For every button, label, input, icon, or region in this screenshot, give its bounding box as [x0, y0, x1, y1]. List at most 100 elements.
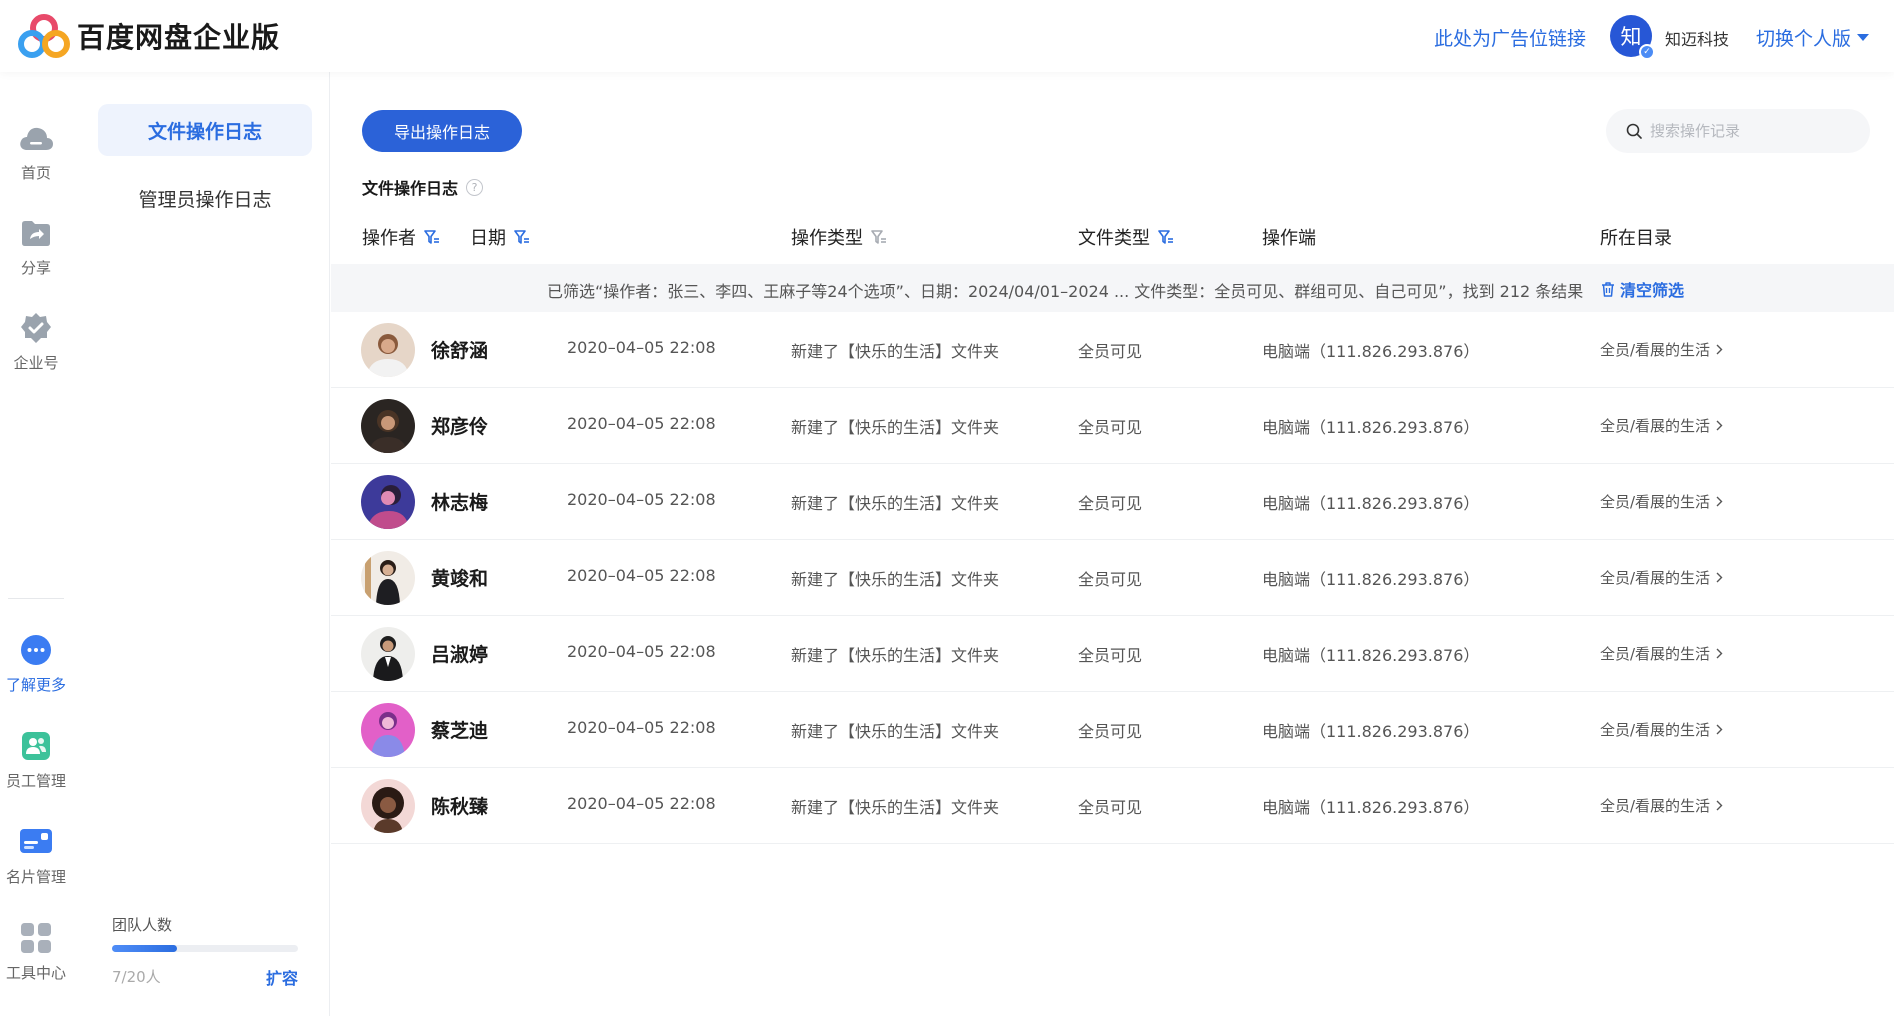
column-header-directory: 所在目录: [1600, 224, 1672, 250]
file-visibility: 全员可见: [1078, 722, 1143, 741]
client-info: 电脑端（111.826.293.876）: [1262, 342, 1480, 361]
directory-link[interactable]: 全员/看展的生活: [1600, 719, 1723, 740]
tools-grid-icon: [18, 920, 54, 956]
directory-link[interactable]: 全员/看展的生活: [1600, 643, 1723, 664]
search-icon: [1626, 123, 1642, 139]
subnav-item-file-log[interactable]: 文件操作日志: [98, 104, 312, 156]
trash-icon: [1602, 281, 1614, 297]
chevron-right-icon: [1716, 420, 1723, 431]
avatar[interactable]: [361, 703, 415, 757]
client-info: 电脑端（111.826.293.876）: [1262, 418, 1480, 437]
log-date: 2020–04–05 22:08: [567, 718, 716, 737]
column-header-op-type: 操作类型: [791, 224, 887, 250]
client-info: 电脑端（111.826.293.876）: [1262, 722, 1480, 741]
rail-item-tools[interactable]: 工具中心: [0, 920, 72, 983]
directory-link[interactable]: 全员/看展的生活: [1600, 491, 1723, 512]
search-input[interactable]: [1650, 122, 1850, 140]
rail-label: 分享: [20, 259, 51, 277]
column-header-label: 文件类型: [1078, 228, 1150, 249]
filter-summary-text: 已筛选“操作者：张三、李四、王麻子等24个选项”、日期：2024/04/01–2…: [547, 282, 1584, 301]
operation-desc: 新建了【快乐的生活】文件夹: [791, 570, 1000, 589]
team-size-progress: [112, 945, 298, 952]
directory-path: 全员/看展的生活: [1600, 797, 1711, 815]
baidu-netdisk-logo-icon[interactable]: [18, 14, 70, 58]
table-row[interactable]: 吕淑婷 2020–04–05 22:08 新建了【快乐的生活】文件夹 全员可见 …: [331, 616, 1894, 692]
avatar[interactable]: [361, 627, 415, 681]
org-avatar[interactable]: 知 ✓: [1610, 15, 1655, 60]
column-header-date: 日期: [470, 224, 530, 250]
column-header-label: 所在目录: [1600, 228, 1672, 249]
chevron-right-icon: [1716, 572, 1723, 583]
share-folder-icon: [18, 215, 54, 251]
rail-item-card[interactable]: 名片管理: [0, 824, 72, 887]
expand-capacity-link[interactable]: 扩容: [266, 965, 298, 989]
directory-link[interactable]: 全员/看展的生活: [1600, 415, 1723, 436]
section-title-text: 文件操作日志: [362, 179, 459, 198]
file-visibility: 全员可见: [1078, 798, 1143, 817]
file-visibility: 全员可见: [1078, 494, 1143, 513]
rail-divider: [8, 598, 64, 599]
avatar[interactable]: [361, 475, 415, 529]
operator-name: 徐舒涵: [431, 340, 489, 362]
switch-personal-button[interactable]: 切换个人版: [1756, 24, 1870, 51]
rail-item-learn-more[interactable]: 了解更多: [0, 632, 72, 695]
log-date: 2020–04–05 22:08: [567, 338, 716, 357]
rail-item-staff[interactable]: 员工管理: [0, 728, 72, 791]
chevron-right-icon: [1716, 344, 1723, 355]
table-row[interactable]: 黄竣和 2020–04–05 22:08 新建了【快乐的生活】文件夹 全员可见 …: [331, 540, 1894, 616]
operator-name: 陈秋臻: [431, 796, 489, 818]
rail-item-enterprise[interactable]: 企业号: [0, 310, 72, 373]
log-subnav: 文件操作日志 管理员操作日志 团队人数 7/20人 扩容: [78, 72, 330, 1016]
avatar[interactable]: [361, 323, 415, 377]
file-visibility: 全员可见: [1078, 570, 1143, 589]
filter-active-icon[interactable]: [514, 229, 530, 245]
operation-desc: 新建了【快乐的生活】文件夹: [791, 342, 1000, 361]
org-name: 知迈科技: [1665, 30, 1730, 49]
filter-active-icon[interactable]: [424, 229, 440, 245]
file-visibility: 全员可见: [1078, 418, 1143, 437]
operation-desc: 新建了【快乐的生活】文件夹: [791, 798, 1000, 817]
team-size-progress-fill: [112, 945, 178, 952]
card-icon: [18, 824, 54, 860]
directory-link[interactable]: 全员/看展的生活: [1600, 339, 1723, 360]
search-box[interactable]: [1606, 109, 1870, 153]
operator-name: 林志梅: [431, 492, 489, 514]
log-date: 2020–04–05 22:08: [567, 414, 716, 433]
directory-link[interactable]: 全员/看展的生活: [1600, 795, 1723, 816]
ad-link[interactable]: 此处为广告位链接: [1434, 24, 1586, 51]
directory-path: 全员/看展的生活: [1600, 341, 1711, 359]
log-date: 2020–04–05 22:08: [567, 642, 716, 661]
operation-desc: 新建了【快乐的生活】文件夹: [791, 418, 1000, 437]
rail-label: 首页: [20, 164, 51, 182]
team-size-count: 7/20人: [112, 968, 161, 986]
operator-name: 蔡芝迪: [431, 720, 489, 742]
directory-link[interactable]: 全员/看展的生活: [1600, 567, 1723, 588]
filter-active-icon[interactable]: [1158, 229, 1174, 245]
brand-name: 百度网盘企业版: [77, 21, 281, 54]
table-row[interactable]: 蔡芝迪 2020–04–05 22:08 新建了【快乐的生活】文件夹 全员可见 …: [331, 692, 1894, 768]
clear-filter-button[interactable]: 清空筛选: [1601, 277, 1684, 301]
table-row[interactable]: 林志梅 2020–04–05 22:08 新建了【快乐的生活】文件夹 全员可见 …: [331, 464, 1894, 540]
left-rail: 首页 分享 企业号 了解更多 员工管理 名片管理 工具中心: [0, 72, 72, 1016]
avatar[interactable]: [361, 399, 415, 453]
subnav-item-admin-log[interactable]: 管理员操作日志: [98, 172, 312, 224]
chevron-right-icon: [1716, 724, 1723, 735]
avatar[interactable]: [361, 551, 415, 605]
directory-path: 全员/看展的生活: [1600, 645, 1711, 663]
directory-path: 全员/看展的生活: [1600, 569, 1711, 587]
rail-item-home[interactable]: 首页: [0, 120, 72, 183]
top-header: 百度网盘企业版 此处为广告位链接 知 ✓ 知迈科技 切换个人版: [0, 0, 1894, 72]
rail-item-share[interactable]: 分享: [0, 215, 72, 278]
export-log-button[interactable]: 导出操作日志: [362, 110, 522, 152]
table-row[interactable]: 郑彦伶 2020–04–05 22:08 新建了【快乐的生活】文件夹 全员可见 …: [331, 388, 1894, 464]
caret-down-icon: [1857, 34, 1870, 41]
column-header-label: 操作端: [1262, 228, 1316, 249]
table-row[interactable]: 陈秋臻 2020–04–05 22:08 新建了【快乐的生活】文件夹 全员可见 …: [331, 768, 1894, 844]
help-icon[interactable]: ?: [466, 178, 484, 196]
filter-icon[interactable]: [871, 229, 887, 245]
column-header-client: 操作端: [1262, 224, 1316, 250]
table-row[interactable]: 徐舒涵 2020–04–05 22:08 新建了【快乐的生活】文件夹 全员可见 …: [331, 312, 1894, 388]
verified-badge-icon: [18, 310, 54, 346]
log-date: 2020–04–05 22:08: [567, 794, 716, 813]
avatar[interactable]: [361, 779, 415, 833]
